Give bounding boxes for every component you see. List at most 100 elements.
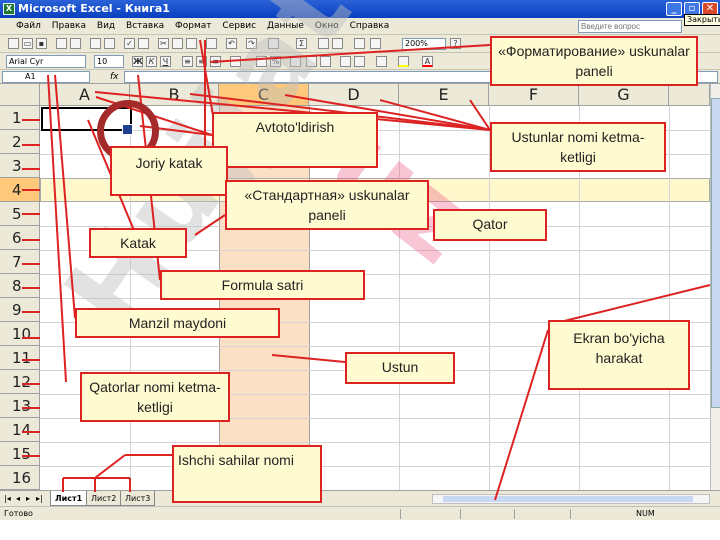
- font-size-select[interactable]: 10: [94, 55, 124, 68]
- callout-name-box: Manzil maydoni: [75, 308, 280, 338]
- menu-file[interactable]: Файл: [12, 18, 45, 35]
- vertical-scrollbar[interactable]: [710, 84, 720, 490]
- row-header-16[interactable]: 16: [0, 466, 40, 490]
- help-icon[interactable]: ?: [450, 38, 461, 49]
- status-bar: Готово NUM: [0, 506, 720, 520]
- vertical-scroll-thumb[interactable]: [711, 98, 720, 408]
- name-box[interactable]: A1: [2, 71, 90, 83]
- open-icon[interactable]: ▭: [22, 38, 33, 49]
- row-header-10[interactable]: 10: [0, 322, 40, 346]
- sort-desc-icon[interactable]: [332, 38, 343, 49]
- row-header-11[interactable]: 11: [0, 346, 40, 370]
- column-header-c[interactable]: C: [219, 84, 309, 106]
- row-header-7[interactable]: 7: [0, 250, 40, 274]
- row-header-9[interactable]: 9: [0, 298, 40, 322]
- increase-decimal-icon[interactable]: [306, 56, 317, 67]
- currency-icon[interactable]: [256, 56, 267, 67]
- help-search-input[interactable]: [578, 20, 682, 33]
- menu-tools[interactable]: Сервис: [218, 18, 260, 35]
- row-header-3[interactable]: 3: [0, 154, 40, 178]
- research-icon[interactable]: [138, 38, 149, 49]
- column-header-f[interactable]: F: [489, 84, 579, 106]
- window-title: Microsoft Excel - Книга1: [18, 2, 170, 15]
- align-center-icon[interactable]: ≡: [196, 56, 207, 67]
- fill-color-icon[interactable]: [398, 56, 409, 67]
- drawing-icon[interactable]: [370, 38, 381, 49]
- close-tooltip: Закрыть: [684, 14, 720, 26]
- status-divider: [514, 509, 515, 519]
- sheet-tab-2[interactable]: Лист2: [86, 491, 122, 506]
- font-color-icon[interactable]: A: [422, 56, 433, 67]
- row-header-8[interactable]: 8: [0, 274, 40, 298]
- zoom-select[interactable]: 200%: [402, 38, 446, 50]
- autosum-icon[interactable]: Σ: [296, 38, 307, 49]
- fx-icon[interactable]: fx: [110, 70, 119, 84]
- row-header-1[interactable]: 1: [0, 106, 40, 130]
- menu-help[interactable]: Справка: [346, 18, 394, 35]
- borders-icon[interactable]: [376, 56, 387, 67]
- italic-icon[interactable]: К: [146, 56, 157, 67]
- menu-insert[interactable]: Вставка: [122, 18, 168, 35]
- sheet-tab-bar: |◂ ◂ ▸ ▸| Лист1 Лист2 Лист3: [0, 490, 720, 506]
- save-icon[interactable]: ▪: [36, 38, 47, 49]
- menu-edit[interactable]: Правка: [48, 18, 90, 35]
- select-all-corner[interactable]: [0, 84, 40, 106]
- row-header-4[interactable]: 4: [0, 178, 40, 202]
- copy-icon[interactable]: [172, 38, 183, 49]
- format-painter-icon[interactable]: [206, 38, 217, 49]
- menu-view[interactable]: Вид: [93, 18, 119, 35]
- underline-icon[interactable]: Ч: [160, 56, 171, 67]
- font-name-select[interactable]: Arial Cyr: [6, 55, 86, 68]
- row-header-14[interactable]: 14: [0, 418, 40, 442]
- row-header-13[interactable]: 13: [0, 394, 40, 418]
- new-icon[interactable]: [8, 38, 19, 49]
- align-left-icon[interactable]: ≡: [182, 56, 193, 67]
- email-icon[interactable]: [70, 38, 81, 49]
- sort-asc-icon[interactable]: [318, 38, 329, 49]
- bold-icon[interactable]: Ж: [132, 56, 143, 67]
- column-header-g[interactable]: G: [579, 84, 669, 106]
- row-header-2[interactable]: 2: [0, 130, 40, 154]
- sheet-tab-3[interactable]: Лист3: [120, 491, 156, 506]
- column-header-next[interactable]: [669, 84, 710, 106]
- num-lock-indicator: NUM: [636, 509, 655, 518]
- row-header-12[interactable]: 12: [0, 370, 40, 394]
- horizontal-scroll-thumb[interactable]: [443, 496, 693, 502]
- column-header-b[interactable]: B: [130, 84, 219, 106]
- horizontal-scrollbar[interactable]: [432, 494, 710, 504]
- row-header-15[interactable]: 15: [0, 442, 40, 466]
- comma-style-icon[interactable]: [290, 56, 301, 67]
- next-sheet-icon[interactable]: ▸: [26, 491, 30, 506]
- decrease-indent-icon[interactable]: [340, 56, 351, 67]
- percent-icon[interactable]: %: [270, 56, 281, 67]
- menu-data[interactable]: Данные: [263, 18, 308, 35]
- print-icon[interactable]: [90, 38, 101, 49]
- status-text: Готово: [4, 509, 33, 518]
- chart-wizard-icon[interactable]: [354, 38, 365, 49]
- first-sheet-icon[interactable]: |◂: [4, 491, 11, 506]
- sheet-tab-1[interactable]: Лист1: [50, 491, 88, 506]
- row-header-5[interactable]: 5: [0, 202, 40, 226]
- preview-icon[interactable]: [104, 38, 115, 49]
- permission-icon[interactable]: [56, 38, 67, 49]
- column-header-e[interactable]: E: [399, 84, 489, 106]
- last-sheet-icon[interactable]: ▸|: [36, 491, 43, 506]
- increase-indent-icon[interactable]: [354, 56, 365, 67]
- undo-icon[interactable]: ↶: [226, 38, 237, 49]
- spelling-icon[interactable]: ✓: [124, 38, 135, 49]
- merge-center-icon[interactable]: [230, 56, 241, 67]
- excel-screenshot: X Microsoft Excel - Книга1 _ ▫ ✕ Закрыть…: [0, 0, 720, 540]
- menu-window[interactable]: Окно: [311, 18, 343, 35]
- column-header-d[interactable]: D: [309, 84, 399, 106]
- minimize-icon[interactable]: _: [666, 2, 682, 16]
- callout-sheet-names: Ishchi sahilar nomi: [172, 445, 322, 503]
- paste-icon[interactable]: [186, 38, 197, 49]
- hyperlink-icon[interactable]: [268, 38, 279, 49]
- menu-format[interactable]: Формат: [171, 18, 216, 35]
- row-header-6[interactable]: 6: [0, 226, 40, 250]
- redo-icon[interactable]: ↷: [246, 38, 257, 49]
- decrease-decimal-icon[interactable]: [320, 56, 331, 67]
- prev-sheet-icon[interactable]: ◂: [16, 491, 20, 506]
- align-right-icon[interactable]: ≡: [210, 56, 221, 67]
- cut-icon[interactable]: ✂: [158, 38, 169, 49]
